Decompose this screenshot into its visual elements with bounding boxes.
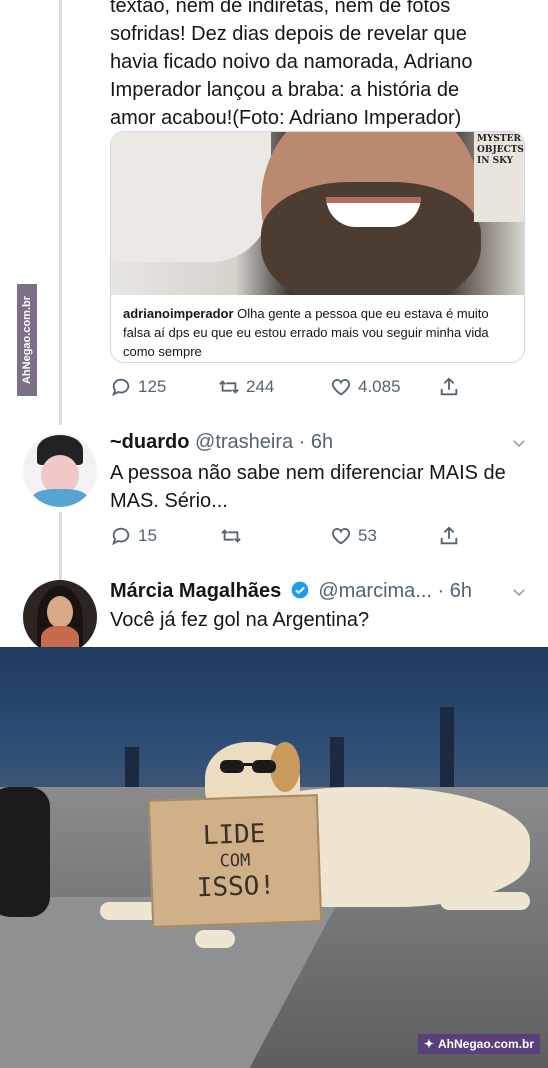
reply-button[interactable]: 15	[110, 525, 157, 547]
reply-button[interactable]: 125	[110, 376, 166, 398]
watermark-vertical: AhNegao.com.br	[17, 284, 37, 396]
tweet-text-line: Imperador lançou a braba: a história de	[110, 79, 460, 101]
sign-line: COM	[219, 850, 251, 872]
retweet-icon	[221, 529, 241, 543]
smile	[326, 197, 421, 227]
card-caption-user: adrianoimperador	[123, 306, 234, 321]
dog-leg	[195, 930, 235, 948]
reply-author-handle[interactable]: @marcima... · 6h	[318, 580, 472, 602]
retweet-button[interactable]: 244	[218, 376, 274, 398]
reply-count: 125	[138, 377, 167, 396]
like-button[interactable]: 4.085	[330, 376, 401, 398]
reply-icon	[112, 527, 130, 546]
avatar-face	[47, 596, 73, 628]
card-photo: MYSTER OBJECTS IN SKY	[111, 132, 524, 295]
reply-header: ~duardo @trasheira · 6h	[110, 431, 333, 454]
tweet-text-line: textão, nem de indiretas, nem de fotos	[110, 0, 451, 17]
like-button[interactable]: 53	[330, 525, 377, 547]
motorbike	[0, 787, 50, 917]
reply-header: Márcia Magalhães @marcima... · 6h	[110, 580, 472, 603]
watermark-logo-icon: ✦	[423, 1037, 434, 1051]
seat-leg	[440, 707, 454, 797]
avatar-duardo[interactable]	[23, 433, 97, 507]
tweet-text-line: havia ficado noivo da namorada, Adriano	[110, 51, 473, 73]
thread-line-top	[59, 0, 62, 425]
seat-leg	[330, 737, 344, 787]
reply-icon	[112, 378, 130, 397]
sign-line: LIDE	[202, 818, 266, 852]
share-icon	[440, 526, 458, 545]
verified-badge-icon	[291, 581, 309, 599]
reply-author-handle[interactable]: @trasheira · 6h	[195, 431, 333, 453]
heart-icon	[331, 379, 351, 396]
watermark-vertical-text: AhNegao.com.br	[21, 295, 34, 385]
cardboard-sign: LIDE COM ISSO!	[147, 794, 323, 928]
more-options-button[interactable]	[510, 434, 528, 452]
watermark-bottom-text: AhNegao.com.br	[437, 1037, 534, 1051]
reply-text: Você já fez gol na Argentina?	[110, 609, 370, 631]
watermark-bottom: ✦ AhNegao.com.br	[417, 1034, 540, 1054]
reply-author-name[interactable]: Márcia Magalhães	[110, 580, 281, 602]
avatar-body	[33, 489, 87, 507]
share-button[interactable]	[438, 376, 460, 398]
tweet-text: textão, nem de indiretas, nem de fotos s…	[110, 0, 530, 132]
share-icon	[440, 377, 458, 396]
sign-line: ISSO!	[196, 870, 276, 904]
meme-photo: LIDE COM ISSO! ✦ AhNegao.com.br	[0, 647, 548, 1068]
embedded-post-card[interactable]: MYSTER OBJECTS IN SKY adrianoimperador O…	[110, 131, 525, 363]
chevron-down-icon	[513, 440, 525, 448]
reply-text: A pessoa não sabe nem diferenciar MAIS d…	[110, 462, 506, 512]
dog-leg	[440, 892, 530, 910]
sunglasses-icon	[220, 760, 276, 773]
retweet-button[interactable]	[220, 525, 242, 547]
share-button[interactable]	[438, 525, 460, 547]
reply-author-name[interactable]: ~duardo	[110, 431, 189, 453]
like-count: 4.085	[358, 377, 401, 396]
thread-line-middle	[59, 512, 62, 580]
book-cover: MYSTER OBJECTS IN SKY	[474, 132, 524, 222]
retweet-icon	[219, 380, 239, 394]
chevron-down-icon	[513, 589, 525, 597]
avatar-marcia[interactable]	[23, 580, 97, 654]
heart-icon	[331, 528, 351, 545]
reply-count: 15	[138, 526, 157, 545]
retweet-count: 244	[246, 377, 275, 396]
more-options-button[interactable]	[510, 583, 528, 601]
like-count: 53	[358, 526, 377, 545]
pillow	[111, 132, 271, 262]
card-caption: adrianoimperador Olha gente a pessoa que…	[111, 295, 524, 362]
tweet-text-line: sofridas! Dez dias depois de revelar que	[110, 23, 467, 45]
tweet-text-line: amor acabou!(Foto: Adriano Imperador)	[110, 107, 462, 129]
